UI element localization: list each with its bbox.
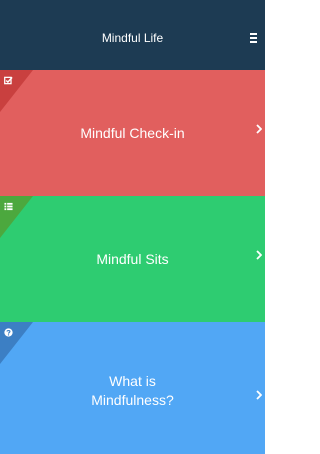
checkbox-edit-icon bbox=[4, 76, 13, 85]
tile-corner-badge bbox=[0, 322, 33, 364]
app-header: Mindful Life bbox=[0, 0, 265, 70]
tile-corner-badge bbox=[0, 70, 33, 112]
app-screen: Mindful Life Mindful Check-in Mindful Si… bbox=[0, 0, 265, 454]
tile-corner-badge bbox=[0, 196, 33, 238]
hamburger-menu-icon[interactable] bbox=[250, 33, 257, 43]
chevron-right-icon bbox=[256, 250, 262, 260]
tile-what-is-mindfulness[interactable]: What is Mindfulness? bbox=[0, 322, 265, 454]
tile-label: Mindful Sits bbox=[96, 250, 169, 267]
tile-label: What is Mindfulness? bbox=[91, 373, 174, 408]
tile-mindful-sits[interactable]: Mindful Sits bbox=[0, 196, 265, 322]
tile-mindful-check-in[interactable]: Mindful Check-in bbox=[0, 70, 265, 196]
chevron-right-icon bbox=[256, 390, 262, 400]
app-title: Mindful Life bbox=[101, 31, 164, 45]
question-circle-icon bbox=[4, 328, 13, 337]
list-icon bbox=[4, 202, 13, 211]
chevron-right-icon bbox=[256, 124, 262, 134]
tile-label: Mindful Check-in bbox=[80, 124, 185, 141]
